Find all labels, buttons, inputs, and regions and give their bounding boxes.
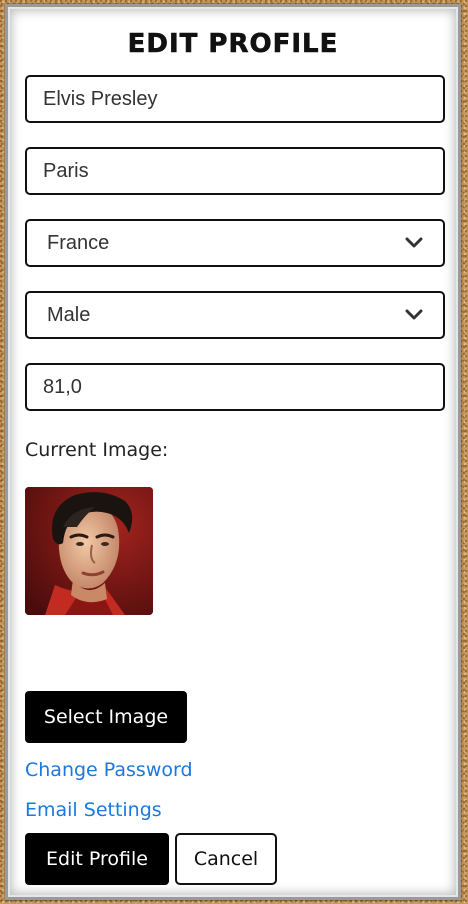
cancel-button[interactable]: Cancel	[175, 833, 277, 885]
page-title: EDIT PROFILE	[127, 29, 339, 60]
weight-input[interactable]: 81,0	[25, 363, 445, 411]
edit-profile-panel: EDIT PROFILE Elvis Presley Paris France …	[5, 4, 461, 900]
chevron-down-icon	[405, 309, 423, 320]
city-input[interactable]: Paris	[25, 147, 445, 195]
gender-select[interactable]: Male	[25, 291, 445, 339]
name-input[interactable]: Elvis Presley	[25, 75, 445, 123]
change-password-link[interactable]: Change Password	[25, 759, 193, 781]
city-input-value: Paris	[43, 159, 89, 182]
country-select[interactable]: France	[25, 219, 445, 267]
name-input-value: Elvis Presley	[43, 87, 158, 110]
email-settings-link[interactable]: Email Settings	[25, 799, 162, 821]
current-image-label: Current Image:	[25, 439, 169, 461]
select-image-button[interactable]: Select Image	[25, 691, 187, 743]
profile-photo	[25, 487, 153, 615]
country-select-value: France	[47, 231, 110, 254]
profile-photo-image	[25, 487, 153, 615]
weight-input-value: 81,0	[43, 375, 82, 398]
edit-profile-button[interactable]: Edit Profile	[25, 833, 169, 885]
chevron-down-icon	[405, 237, 423, 248]
gender-select-value: Male	[47, 303, 91, 326]
